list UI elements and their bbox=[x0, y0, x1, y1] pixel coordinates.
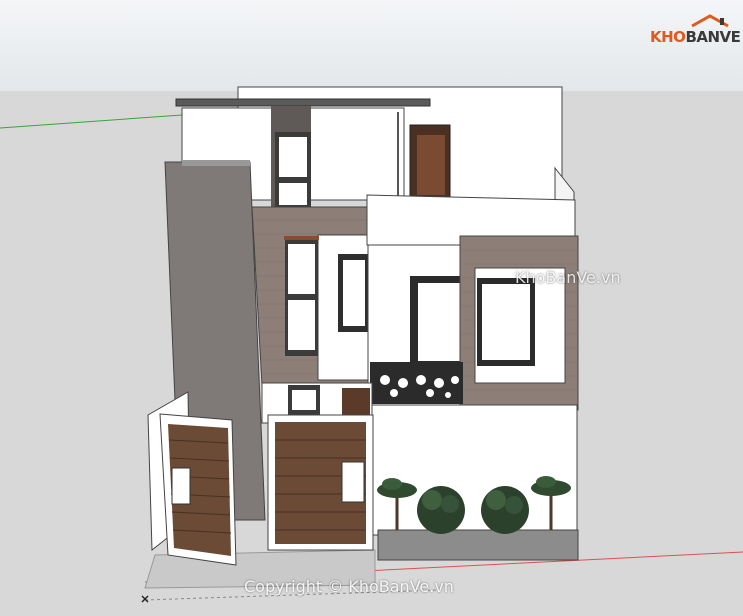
main-gate-mailbox bbox=[341, 461, 365, 503]
middle-window-lintel bbox=[284, 236, 319, 240]
balcony-window-pane-1 bbox=[418, 283, 464, 361]
middle-window-pane-2 bbox=[288, 300, 315, 350]
top-window-pane-1 bbox=[279, 137, 307, 177]
grey-wall-cap bbox=[182, 160, 250, 166]
green-axis bbox=[0, 114, 183, 129]
top-door-panel bbox=[417, 135, 445, 195]
middle-window-pane-1 bbox=[288, 244, 315, 294]
model-axis-origin-icon bbox=[141, 595, 149, 603]
house-model-viewport[interactable] bbox=[0, 0, 743, 616]
watermark-center: KhoBanVe.vn bbox=[515, 268, 621, 287]
top-window-pane-2 bbox=[279, 183, 307, 205]
left-gate-mailbox bbox=[171, 467, 191, 505]
ground-rear-pane bbox=[292, 390, 316, 410]
round-shrub-right bbox=[481, 486, 529, 534]
middle-small-pane bbox=[343, 260, 365, 326]
planter-box bbox=[377, 529, 579, 561]
ground-rear-door bbox=[342, 388, 370, 416]
watermark-footer: Copyright © KhoBanVe.vn bbox=[244, 577, 454, 596]
round-shrub-left bbox=[417, 486, 465, 534]
brand-logo: KHOBANVE bbox=[650, 28, 741, 46]
front-boundary-wall bbox=[371, 404, 578, 536]
roof-canopy bbox=[175, 98, 431, 107]
framed-window-pane bbox=[482, 284, 530, 360]
logo-text-part1: KHO bbox=[650, 28, 686, 46]
logo-text-part2: BANVE bbox=[685, 28, 741, 46]
